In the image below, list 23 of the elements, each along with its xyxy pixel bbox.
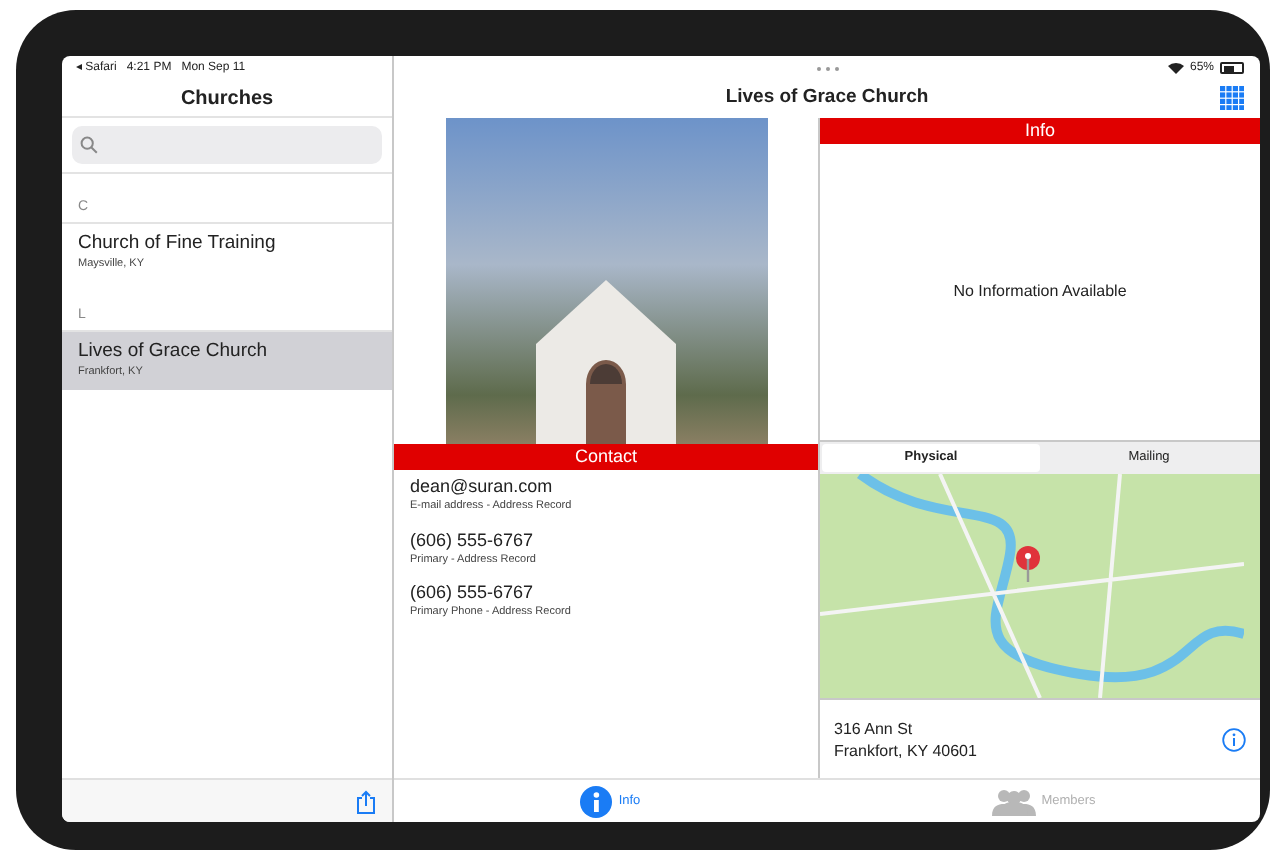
- info-icon[interactable]: [1222, 727, 1246, 751]
- search-icon: [80, 136, 98, 154]
- sidebar-title: Churches: [180, 85, 274, 113]
- address-line: Frankfort, KY 40601: [834, 739, 977, 761]
- battery-icon: [1220, 62, 1244, 74]
- contact-value[interactable]: (606) 555-6767: [410, 529, 802, 552]
- grid-icon[interactable]: [1220, 86, 1244, 110]
- search-field[interactable]: [72, 126, 382, 164]
- section-title: Info: [1024, 117, 1055, 144]
- church-name: Church of Fine Training: [78, 232, 278, 257]
- address-line: 316 Ann St: [834, 717, 915, 739]
- wifi-icon: [1167, 62, 1184, 74]
- contact-value[interactable]: (606) 555-6767: [410, 582, 802, 605]
- map-pin-icon: [1016, 546, 1040, 582]
- info-icon: [580, 785, 613, 817]
- detail-title: Lives of Grace Church: [725, 84, 929, 113]
- contact-value[interactable]: dean@suran.com: [410, 476, 802, 499]
- church-name: Lives of Grace Church: [78, 340, 270, 365]
- dots-icon: [815, 65, 839, 71]
- share-icon[interactable]: [356, 789, 376, 813]
- people-icon: [991, 787, 1036, 815]
- section-title: Contact: [574, 443, 638, 470]
- info-text: No Information Available: [953, 280, 1127, 304]
